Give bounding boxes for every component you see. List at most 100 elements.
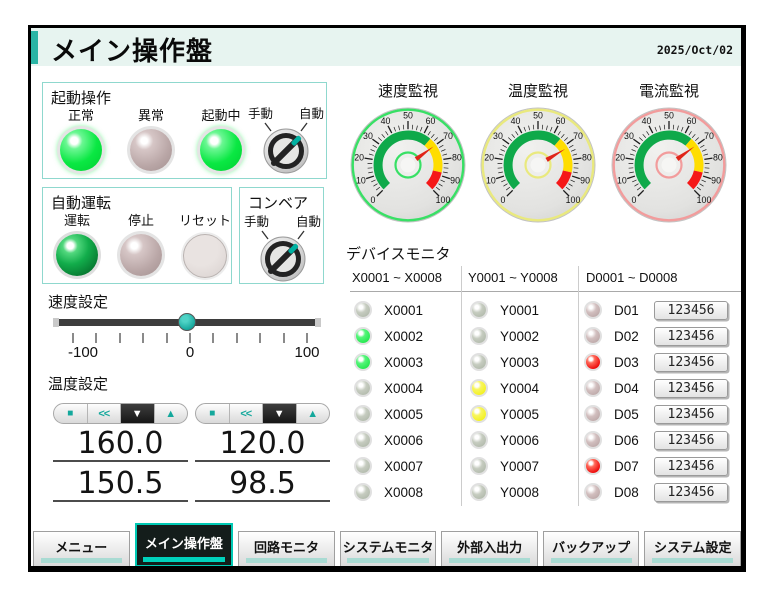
status-lamp (60, 129, 102, 171)
x-device-column: X0001 X0002 X0003 X0004 X0005 X0006 X0007 X0008 (356, 297, 423, 505)
device-status-lamp (356, 433, 370, 447)
page-title: メイン操作盤 (51, 36, 214, 66)
speed-slider-ticks (72, 333, 310, 343)
increment-button[interactable]: ▲ (153, 404, 188, 423)
speed-gauge-title: 速度監視 (377, 83, 438, 100)
svg-text:0: 0 (501, 195, 506, 205)
device-label: Y0008 (500, 484, 540, 500)
fast-decrement-button[interactable]: << (228, 404, 263, 423)
device-row: X0005 (356, 401, 423, 427)
device-row: Y0005 (472, 401, 539, 427)
tab-underline (245, 558, 328, 563)
svg-text:70: 70 (704, 131, 714, 141)
current-gauge: 0 10 20 30 40 50 60 70 80 90 100 (609, 105, 729, 225)
tab-6[interactable]: システム設定 (644, 531, 742, 567)
device-status-lamp (356, 459, 370, 473)
device-value-button[interactable]: 123456 (654, 378, 728, 398)
reset-button[interactable] (183, 234, 227, 278)
svg-text:20: 20 (615, 152, 625, 162)
temp-spinner-2: ■ << ▼ ▲ (195, 403, 330, 424)
y-device-column: Y0001 Y0002 Y0003 Y0004 Y0005 Y0006 Y0007 Y0008 (472, 297, 539, 505)
device-row: Y0006 (472, 427, 539, 453)
slider-tick (235, 333, 238, 343)
device-status-lamp (586, 303, 600, 317)
device-value-button[interactable]: 123456 (654, 300, 728, 320)
device-value-button[interactable]: 123456 (654, 430, 728, 450)
svg-text:0: 0 (371, 195, 376, 205)
slider-tick (189, 333, 191, 343)
svg-text:30: 30 (493, 131, 503, 141)
svg-text:50: 50 (533, 111, 543, 121)
svg-text:100: 100 (697, 195, 712, 205)
tab-label: 外部入出力 (457, 539, 523, 555)
d-device-column: D01 123456 D02 123456 D03 123456 D04 123456 D05 1… (586, 297, 728, 505)
device-row: X0004 (356, 375, 423, 401)
decrement-button[interactable]: ▼ (120, 404, 154, 423)
speed-slider-knob[interactable] (178, 313, 196, 331)
svg-text:0: 0 (632, 195, 637, 205)
device-row: Y0008 (472, 479, 539, 505)
tab-4[interactable]: 外部入出力 (441, 531, 538, 567)
tab-3[interactable]: システムモニタ (339, 531, 437, 567)
device-status-lamp (472, 355, 486, 369)
rotary-switch[interactable] (254, 120, 318, 176)
fast-decrement-button[interactable]: << (86, 404, 121, 423)
svg-text:80: 80 (713, 152, 723, 162)
slider-tick (212, 333, 215, 343)
device-label: Y0002 (500, 328, 540, 344)
temp-spinner-1: ■ << ▼ ▲ (53, 403, 188, 424)
svg-text:100: 100 (566, 195, 581, 205)
device-value-button[interactable]: 123456 (654, 352, 728, 372)
svg-text:20: 20 (484, 152, 494, 162)
device-monitor-title: デバイスモニタ (346, 246, 451, 263)
increment-button[interactable]: ▲ (295, 404, 330, 423)
device-label: X0005 (384, 406, 424, 422)
lamp-label: 起動中 (201, 108, 241, 123)
lamp-unit: 運転 (45, 210, 109, 278)
device-status-lamp (356, 303, 370, 317)
device-value-button[interactable]: 123456 (654, 456, 728, 476)
device-label: X0006 (384, 432, 424, 448)
device-row: D04 123456 (586, 375, 728, 401)
device-status-lamp (586, 355, 600, 369)
tab-5[interactable]: バックアップ (542, 531, 640, 567)
stop-button[interactable]: ■ (54, 404, 87, 423)
device-status-lamp (356, 381, 370, 395)
device-label: Y0004 (500, 380, 540, 396)
device-value-button[interactable]: 123456 (654, 404, 728, 424)
device-value-button[interactable]: 123456 (654, 482, 728, 502)
decrement-button[interactable]: ▼ (262, 404, 296, 423)
tab-2[interactable]: 回路モニタ (238, 531, 335, 567)
svg-text:70: 70 (573, 131, 583, 141)
device-value-button[interactable]: 123456 (654, 326, 728, 346)
tab-1[interactable]: メイン操作盤 (134, 523, 234, 567)
tab-menu[interactable]: メニュー (33, 531, 130, 567)
device-label: D07 (614, 458, 639, 474)
device-status-lamp (586, 459, 600, 473)
device-label: X0002 (384, 328, 424, 344)
device-label: Y0006 (500, 432, 540, 448)
tab-underline (550, 558, 632, 563)
device-label: X0004 (384, 380, 424, 396)
start-operation-panel: 起動操作 正常 異常 起動中 手動 自動 (42, 82, 327, 179)
device-label: Y0005 (500, 406, 540, 422)
rotary-switch[interactable] (251, 228, 315, 284)
device-status-lamp (472, 303, 486, 317)
stop-button[interactable]: ■ (196, 404, 229, 423)
column-divider (461, 266, 462, 506)
slider-mid-label: 0 (185, 344, 195, 361)
device-label: Y0003 (500, 354, 540, 370)
device-row: Y0002 (472, 323, 539, 349)
svg-text:90: 90 (711, 175, 721, 185)
temp-actual-1: 150.5 (77, 466, 164, 501)
device-status-lamp (472, 485, 486, 499)
device-label: D06 (614, 432, 639, 448)
svg-text:60: 60 (556, 116, 566, 126)
device-row: D08 123456 (586, 479, 728, 505)
header-divider (350, 291, 742, 292)
device-row: D03 123456 (586, 349, 728, 375)
title-bar: メイン操作盤 2025/Oct/02 (31, 28, 741, 66)
temp-setpoint-2: 120.0 (219, 426, 306, 461)
device-status-lamp (472, 329, 486, 343)
svg-text:60: 60 (426, 116, 436, 126)
